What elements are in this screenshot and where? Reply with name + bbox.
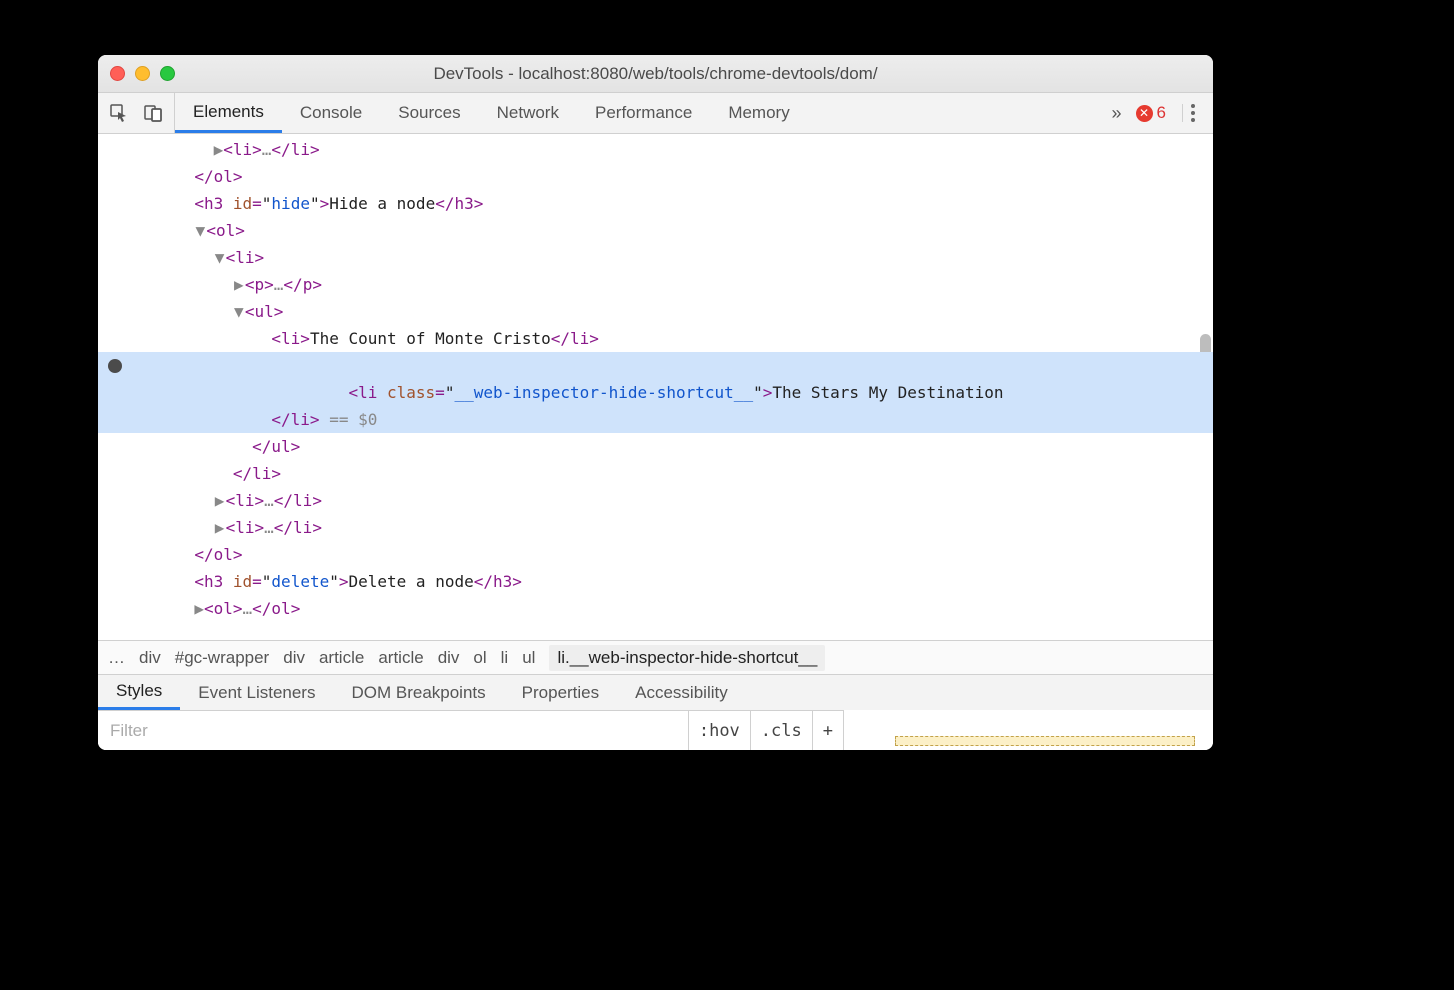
breadcrumb-item[interactable]: ol bbox=[473, 648, 486, 668]
toolbar-right: » ✕ 6 bbox=[1098, 93, 1213, 133]
styles-toolbar: :hov .cls + bbox=[98, 710, 843, 750]
dom-line[interactable]: ▶<li>…</li> bbox=[98, 487, 1213, 514]
tab-accessibility[interactable]: Accessibility bbox=[617, 675, 746, 710]
breadcrumb-overflow[interactable]: … bbox=[108, 648, 125, 668]
dom-line[interactable]: </ol> bbox=[98, 541, 1213, 568]
sidebar-tabs: Styles Event Listeners DOM Breakpoints P… bbox=[98, 674, 1213, 710]
dom-line[interactable]: ▶<li>…</li> bbox=[98, 514, 1213, 541]
dom-line[interactable]: ▶<li>…</li> bbox=[98, 136, 1213, 163]
minimize-button[interactable] bbox=[135, 66, 150, 81]
breadcrumb-item-selected[interactable]: li.__web-inspector-hide-shortcut__ bbox=[549, 645, 825, 671]
dom-line[interactable]: ▼<li> bbox=[98, 244, 1213, 271]
tab-memory[interactable]: Memory bbox=[710, 93, 807, 133]
breadcrumb-item[interactable]: #gc-wrapper bbox=[175, 648, 270, 668]
breadcrumb-item[interactable]: ul bbox=[522, 648, 535, 668]
toggle-classes-button[interactable]: .cls bbox=[751, 711, 813, 750]
dom-line[interactable]: ▼<ol> bbox=[98, 217, 1213, 244]
new-style-rule-button[interactable]: + bbox=[813, 711, 843, 750]
dom-tree-content: ▶<li>…</li> </ol> <h3 id="hide">Hide a n… bbox=[98, 134, 1213, 622]
hidden-node-indicator-icon bbox=[108, 359, 122, 373]
device-toggle-icon[interactable] bbox=[142, 102, 164, 124]
styles-panel: :hov .cls + bbox=[98, 710, 1213, 750]
styles-toolbar-buttons: :hov .cls + bbox=[688, 711, 843, 750]
dom-line-selected[interactable]: <li class="__web-inspector-hide-shortcut… bbox=[98, 352, 1213, 406]
window-title: DevTools - localhost:8080/web/tools/chro… bbox=[98, 64, 1213, 84]
dom-line[interactable]: <li>The Count of Monte Cristo</li> bbox=[98, 325, 1213, 352]
breadcrumb-item[interactable]: li bbox=[501, 648, 509, 668]
titlebar: DevTools - localhost:8080/web/tools/chro… bbox=[98, 55, 1213, 93]
zoom-button[interactable] bbox=[160, 66, 175, 81]
dom-line[interactable]: <h3 id="delete">Delete a node</h3> bbox=[98, 568, 1213, 595]
dom-line[interactable]: <h3 id="hide">Hide a node</h3> bbox=[98, 190, 1213, 217]
breadcrumb-item[interactable]: div bbox=[139, 648, 161, 668]
dom-line[interactable]: ▶<ol>…</ol> bbox=[98, 595, 1213, 622]
dom-line[interactable]: ▶<p>…</p> bbox=[98, 271, 1213, 298]
inspect-icon[interactable] bbox=[108, 102, 130, 124]
breadcrumb-item[interactable]: article bbox=[319, 648, 364, 668]
dom-line-selected[interactable]: </li> == $0 bbox=[98, 406, 1213, 433]
devtools-window: DevTools - localhost:8080/web/tools/chro… bbox=[98, 55, 1213, 750]
tab-sources[interactable]: Sources bbox=[380, 93, 478, 133]
dom-line[interactable]: ▼<ul> bbox=[98, 298, 1213, 325]
close-button[interactable] bbox=[110, 66, 125, 81]
error-count-badge[interactable]: ✕ 6 bbox=[1136, 103, 1166, 123]
error-count: 6 bbox=[1157, 103, 1166, 123]
breadcrumb-item[interactable]: div bbox=[438, 648, 460, 668]
main-toolbar: Elements Console Sources Network Perform… bbox=[98, 93, 1213, 134]
overflow-tabs-icon[interactable]: » bbox=[1108, 103, 1126, 124]
settings-menu-icon[interactable] bbox=[1182, 104, 1203, 122]
box-model-margin-icon bbox=[895, 736, 1195, 746]
panel-tabs: Elements Console Sources Network Perform… bbox=[175, 93, 1098, 133]
tab-elements[interactable]: Elements bbox=[175, 93, 282, 133]
traffic-lights bbox=[110, 66, 175, 81]
tab-console[interactable]: Console bbox=[282, 93, 380, 133]
dom-line[interactable]: </ul> bbox=[98, 433, 1213, 460]
tab-event-listeners[interactable]: Event Listeners bbox=[180, 675, 333, 710]
tab-performance[interactable]: Performance bbox=[577, 93, 710, 133]
breadcrumb-item[interactable]: div bbox=[283, 648, 305, 668]
tab-styles[interactable]: Styles bbox=[98, 675, 180, 710]
tab-properties[interactable]: Properties bbox=[504, 675, 617, 710]
toggle-hover-button[interactable]: :hov bbox=[689, 711, 751, 750]
toolbar-left bbox=[98, 93, 175, 133]
error-icon: ✕ bbox=[1136, 105, 1153, 122]
breadcrumb-item[interactable]: article bbox=[378, 648, 423, 668]
dom-tree[interactable]: ▶<li>…</li> </ol> <h3 id="hide">Hide a n… bbox=[98, 134, 1213, 640]
breadcrumb-bar: … div #gc-wrapper div article article di… bbox=[98, 640, 1213, 674]
tab-dom-breakpoints[interactable]: DOM Breakpoints bbox=[333, 675, 503, 710]
dom-line[interactable]: </ol> bbox=[98, 163, 1213, 190]
computed-box-model bbox=[843, 710, 1213, 750]
dom-line[interactable]: </li> bbox=[98, 460, 1213, 487]
tab-network[interactable]: Network bbox=[479, 93, 577, 133]
styles-filter-input[interactable] bbox=[98, 711, 688, 750]
